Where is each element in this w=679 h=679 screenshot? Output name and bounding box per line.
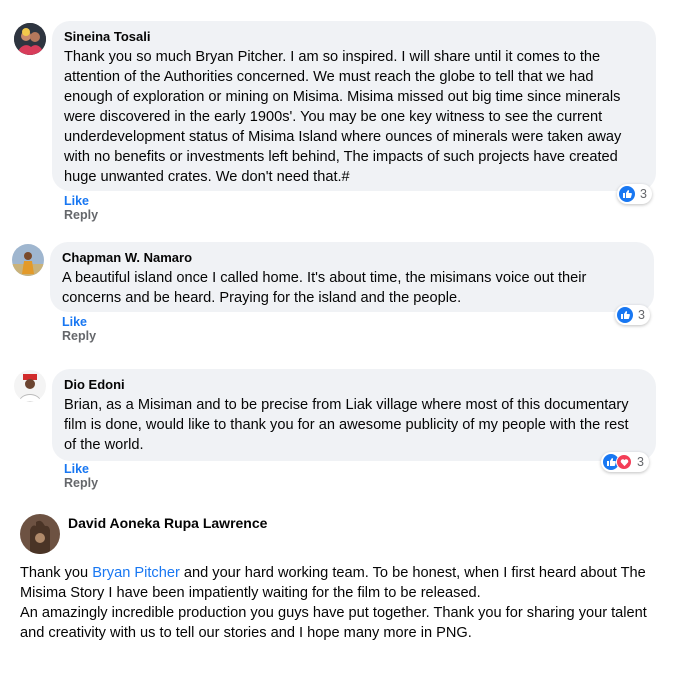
avatar-image bbox=[20, 514, 60, 554]
love-icon bbox=[616, 454, 632, 470]
avatar-image bbox=[14, 370, 46, 402]
comment-text: Brian, as a Misiman and to be precise fr… bbox=[64, 397, 629, 453]
reaction-count: 3 bbox=[638, 308, 645, 322]
comment-bubble: Sineina Tosali Thank you so much Bryan P… bbox=[52, 21, 656, 191]
comment-text: Thank you so much Bryan Pitcher. I am so… bbox=[64, 49, 622, 185]
comment-actions: Like Reply bbox=[64, 194, 103, 222]
comment-actions: Like Reply bbox=[64, 462, 103, 490]
post-text-intro: Thank you bbox=[20, 565, 93, 581]
post-text-second: An amazingly incredible production you g… bbox=[20, 605, 647, 641]
reaction-summary[interactable]: 3 bbox=[617, 184, 652, 204]
like-icon bbox=[619, 186, 635, 202]
avatar[interactable] bbox=[12, 244, 44, 276]
avatar[interactable] bbox=[20, 514, 60, 554]
comment-bubble: Dio Edoni Brian, as a Misiman and to be … bbox=[52, 369, 656, 461]
avatar[interactable] bbox=[14, 370, 46, 402]
avatar[interactable] bbox=[14, 23, 46, 55]
reaction-count: 3 bbox=[640, 187, 647, 201]
comment-text: A beautiful island once I called home. I… bbox=[62, 270, 587, 306]
post-author[interactable]: David Aoneka Rupa Lawrence bbox=[68, 515, 267, 531]
avatar-image bbox=[12, 244, 44, 276]
reaction-count: 3 bbox=[637, 455, 644, 469]
comment-author[interactable]: Dio Edoni bbox=[64, 377, 644, 393]
post-text: Thank you Bryan Pitcher and your hard wo… bbox=[20, 563, 670, 643]
avatar-image bbox=[14, 23, 46, 55]
reply-button[interactable]: Reply bbox=[62, 329, 96, 343]
comment-actions: Like Reply bbox=[62, 315, 101, 343]
comment-bubble: Chapman W. Namaro A beautiful island onc… bbox=[50, 242, 654, 312]
comment-author[interactable]: Chapman W. Namaro bbox=[62, 250, 642, 266]
like-icon bbox=[617, 307, 633, 323]
reply-button[interactable]: Reply bbox=[64, 208, 98, 222]
reaction-summary[interactable]: 3 bbox=[615, 305, 650, 325]
reaction-summary[interactable]: 3 bbox=[601, 452, 649, 472]
like-button[interactable]: Like bbox=[62, 315, 87, 329]
like-button[interactable]: Like bbox=[64, 462, 89, 476]
reply-button[interactable]: Reply bbox=[64, 476, 98, 490]
mention-link[interactable]: Bryan Pitcher bbox=[92, 565, 180, 581]
like-button[interactable]: Like bbox=[64, 194, 89, 208]
comment-author[interactable]: Sineina Tosali bbox=[64, 29, 644, 45]
